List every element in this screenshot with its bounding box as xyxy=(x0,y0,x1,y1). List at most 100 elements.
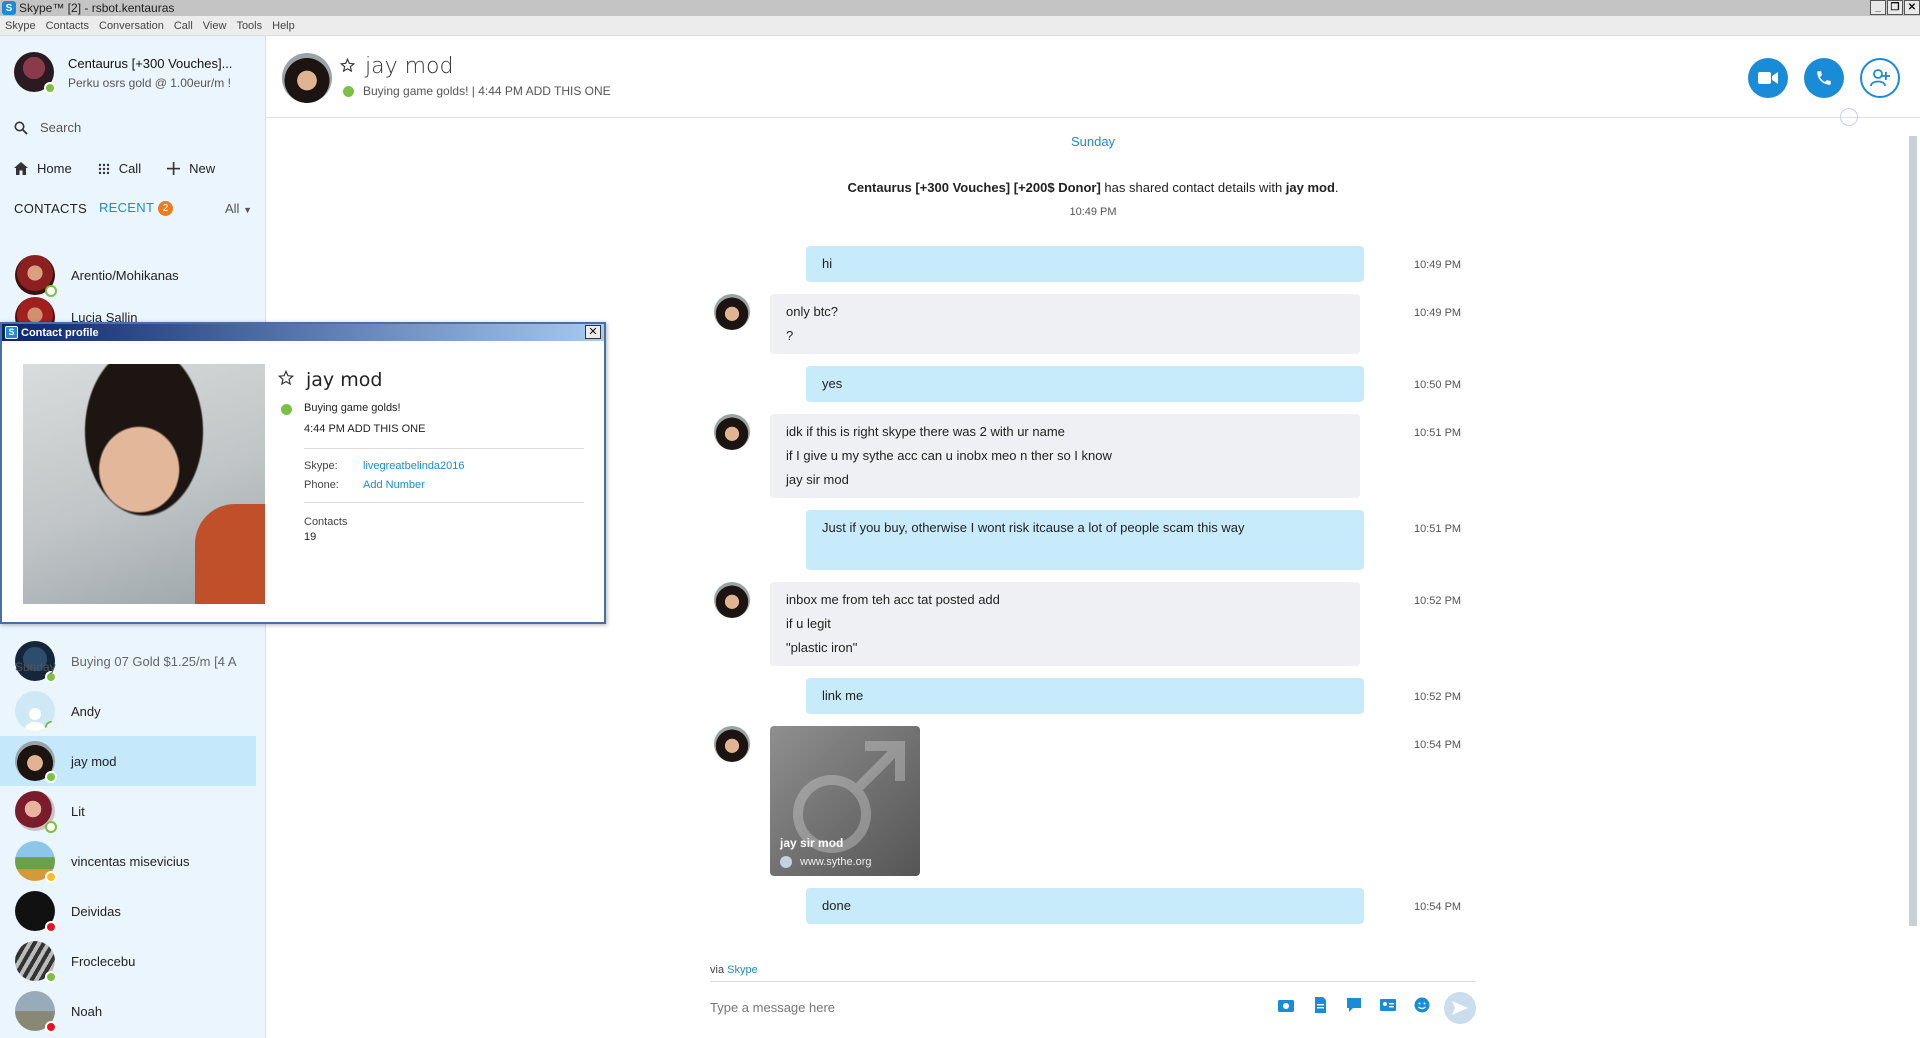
favorite-star-icon[interactable] xyxy=(278,370,294,386)
contact-snippet: Buying 07 Gold $1.25/m [4 A xyxy=(71,653,237,669)
message-bubble-incoming[interactable]: idk if this is right skype there was 2 w… xyxy=(770,414,1360,498)
add-people-button[interactable] xyxy=(1860,58,1900,98)
list-item[interactable]: Noah xyxy=(0,986,256,1036)
sender-avatar[interactable] xyxy=(714,414,750,450)
home-label: Home xyxy=(37,161,72,176)
send-button[interactable] xyxy=(1444,992,1476,1024)
home-button[interactable]: Home xyxy=(14,161,72,176)
favorite-star-icon[interactable] xyxy=(340,58,355,73)
menu-view[interactable]: View xyxy=(203,20,227,32)
my-display-name: Centaurus [+300 Vouches]... xyxy=(68,56,233,71)
skype-logo-icon: S xyxy=(5,326,18,339)
send-contacts-icon[interactable] xyxy=(1379,997,1397,1013)
presence-icon xyxy=(45,871,57,883)
close-window-button[interactable]: ✕ xyxy=(1904,0,1920,15)
contact-avatar xyxy=(15,741,57,783)
link-preview-card[interactable]: jay sir mod www.sythe.org xyxy=(770,726,920,876)
message-text: hi xyxy=(822,256,833,271)
message-bubble-incoming[interactable]: inbox me from teh acc tat posted add if … xyxy=(770,582,1360,666)
divider xyxy=(304,502,584,503)
new-button[interactable]: New xyxy=(167,161,215,176)
menu-tools[interactable]: Tools xyxy=(236,20,262,32)
shield-icon xyxy=(780,856,792,868)
filter-dropdown[interactable]: All ▼ xyxy=(225,201,252,216)
message-timestamp: 10:54 PM xyxy=(1414,739,1462,751)
plus-icon xyxy=(167,162,181,175)
menu-help[interactable]: Help xyxy=(272,20,295,32)
add-person-icon xyxy=(1870,69,1890,87)
menu-call[interactable]: Call xyxy=(174,20,193,32)
conversation-avatar[interactable] xyxy=(282,53,332,103)
skype-name-link[interactable]: livegreatbelinda2016 xyxy=(363,460,465,472)
video-message-icon[interactable] xyxy=(1345,997,1363,1013)
list-item[interactable]: Froclecebu xyxy=(0,936,256,986)
my-avatar[interactable] xyxy=(14,52,56,94)
message-text: jay sir mod xyxy=(786,472,849,487)
message-text: cause a lot of people scam this way xyxy=(1039,520,1245,535)
shared-by: Centaurus [+300 Vouches] [+200$ Donor] xyxy=(847,180,1101,195)
presence-icon xyxy=(45,971,57,983)
message-timestamp: 10:51 PM xyxy=(1414,427,1462,439)
composer-toolbar xyxy=(1277,997,1447,1013)
message-text: done xyxy=(822,898,851,913)
via-prefix: via xyxy=(710,964,728,976)
call-button[interactable]: Call xyxy=(98,161,141,176)
contact-name: Froclecebu xyxy=(71,953,136,969)
menu-contacts[interactable]: Contacts xyxy=(46,20,89,32)
minimize-button[interactable]: _ xyxy=(1870,0,1886,15)
emoticon-icon[interactable] xyxy=(1413,997,1431,1013)
my-profile[interactable]: Centaurus [+300 Vouches]... Perku osrs g… xyxy=(14,52,233,94)
presence-icon xyxy=(45,1021,57,1033)
send-photo-icon[interactable] xyxy=(1277,997,1295,1013)
maximize-button[interactable]: ❐ xyxy=(1887,0,1903,15)
list-item-selected[interactable]: jay mod xyxy=(0,736,256,786)
sender-avatar[interactable] xyxy=(714,726,750,762)
chevron-down-icon: ▼ xyxy=(243,204,252,215)
tab-contacts[interactable]: CONTACTS xyxy=(14,201,87,216)
sender-avatar[interactable] xyxy=(714,582,750,618)
message-text: ? xyxy=(786,328,794,343)
message-bubble-outgoing[interactable]: Just if you buy, otherwise I wont risk i… xyxy=(806,510,1364,570)
skype-logo-icon: S xyxy=(2,1,16,15)
message-bubble-outgoing[interactable]: done xyxy=(806,888,1364,924)
video-call-button[interactable] xyxy=(1748,58,1788,98)
message-bubble-outgoing[interactable]: link me xyxy=(806,678,1364,714)
dialog-title: Contact profile xyxy=(21,326,99,339)
dialog-close-button[interactable]: ✕ xyxy=(585,325,601,339)
message-text: yes xyxy=(822,376,843,391)
presence-online-icon xyxy=(44,82,56,94)
contact-name: Deividas xyxy=(71,903,121,919)
menu-conversation[interactable]: Conversation xyxy=(99,20,164,32)
status-separator: | xyxy=(468,84,479,98)
search-box[interactable]: Search xyxy=(14,120,81,135)
my-mood-message[interactable]: Perku osrs gold @ 1.00eur/m ! xyxy=(68,76,232,90)
list-item[interactable]: Lit xyxy=(0,786,256,836)
presence-online-icon xyxy=(281,404,292,415)
dialpad-icon xyxy=(98,163,109,174)
scrollbar-thumb[interactable] xyxy=(1909,136,1917,926)
skype-label: Skype: xyxy=(304,460,338,472)
recent-unread-badge: 2 xyxy=(158,201,174,216)
message-input[interactable]: Type a message here xyxy=(710,1000,835,1015)
message-bubble-incoming[interactable]: only btc? ? xyxy=(770,294,1360,354)
conversation-header: jay mod Buying game golds! | 4:44 PM ADD… xyxy=(266,36,1920,118)
audio-call-button[interactable] xyxy=(1804,58,1844,98)
menu-skype[interactable]: Skype xyxy=(5,20,36,32)
profile-mood: Buying game golds! xyxy=(304,402,401,414)
message-bubble-outgoing[interactable]: hi xyxy=(806,246,1364,282)
presence-icon xyxy=(45,921,57,933)
list-item[interactable]: Andy xyxy=(0,686,256,736)
dialog-title-bar[interactable]: S Contact profile xyxy=(2,324,604,341)
message-timestamp: 10:54 PM xyxy=(1414,901,1462,913)
tab-recent[interactable]: RECENT 2 xyxy=(99,200,174,216)
message-bubble-outgoing[interactable]: yes xyxy=(806,366,1364,402)
list-item[interactable]: vincentas misevicius xyxy=(0,836,256,886)
send-arrow-icon xyxy=(1452,1001,1468,1015)
list-item[interactable]: Deividas xyxy=(0,886,256,936)
via-skype-link[interactable]: Skype xyxy=(727,964,758,976)
message-timestamp: 10:52 PM xyxy=(1414,595,1462,607)
window-title: Skype™ [2] - rsbot.kentauras xyxy=(19,1,175,15)
sender-avatar[interactable] xyxy=(714,294,750,330)
send-file-icon[interactable] xyxy=(1311,997,1329,1013)
add-number-link[interactable]: Add Number xyxy=(363,479,425,491)
